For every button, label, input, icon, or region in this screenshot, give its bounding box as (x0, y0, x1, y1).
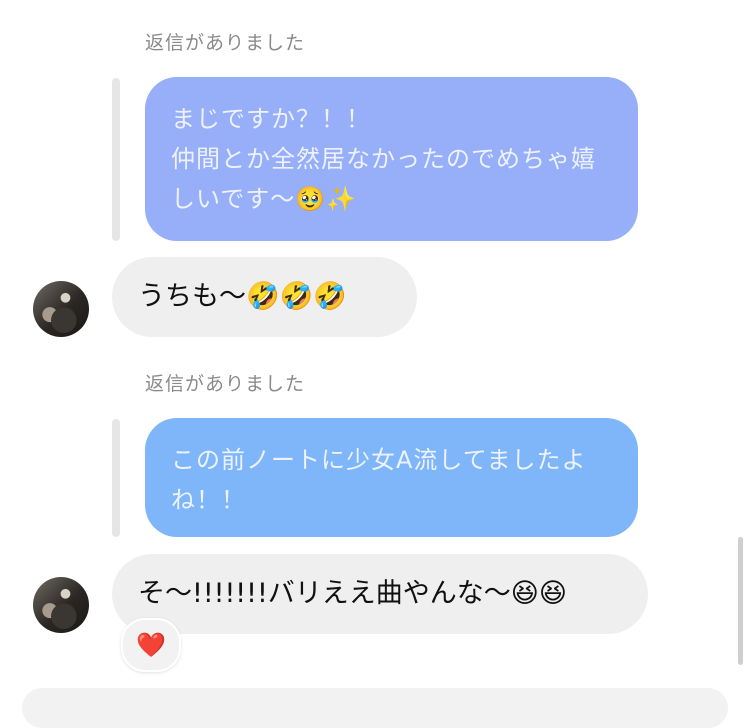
quoted-line: ね！！ (171, 486, 246, 514)
avatar[interactable] (33, 281, 89, 337)
reaction-emoji: ❤️ (136, 631, 166, 659)
message-bubble[interactable]: うちも〜🤣🤣🤣 (112, 257, 417, 337)
quoted-line: しいです〜🥹✨ (171, 185, 358, 213)
scrollbar[interactable] (738, 537, 743, 665)
quote-bar (112, 419, 120, 537)
message-composer[interactable] (22, 688, 728, 728)
heart-reaction-icon[interactable]: ❤️ (121, 618, 181, 672)
quote-bar (112, 78, 120, 241)
message-text: そ〜!!!!!!!バリええ曲やんな〜😆😆 (138, 578, 568, 609)
avatar[interactable] (33, 577, 89, 633)
quoted-line: この前ノートに少女A流してましたよ (171, 446, 587, 474)
quoted-message-bubble[interactable]: この前ノートに少女A流してましたよ ね！！ (145, 418, 638, 537)
message-text: うちも〜🤣🤣🤣 (138, 281, 347, 312)
quoted-message-bubble[interactable]: まじですか？！！ 仲間とか全然居なかったのでめちゃ嬉 しいです〜🥹✨ (145, 77, 638, 241)
message-bubble[interactable]: そ〜!!!!!!!バリええ曲やんな〜😆😆 (112, 554, 648, 634)
quoted-line: まじですか？！！ (171, 105, 371, 133)
reply-label: 返信がありました (145, 373, 306, 395)
reply-label: 返信がありました (145, 32, 306, 54)
quoted-line: 仲間とか全然居なかったのでめちゃ嬉 (171, 145, 596, 173)
